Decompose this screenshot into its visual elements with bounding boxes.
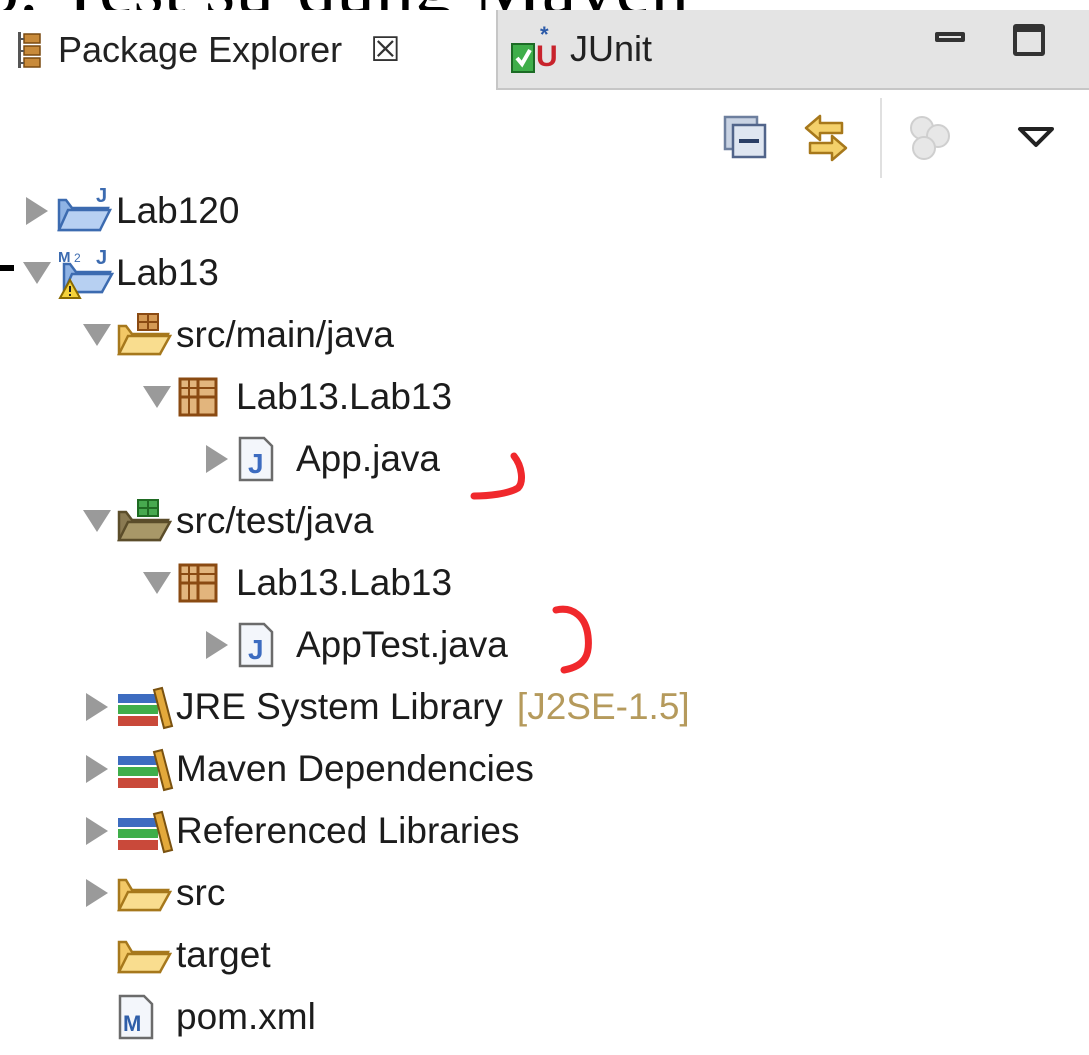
minimize-view-button[interactable] (935, 32, 965, 42)
collapse-all-button[interactable] (718, 108, 774, 168)
tree-item[interactable]: Maven Dependencies (0, 738, 1089, 800)
tree-item-label: src/main/java (176, 314, 394, 355)
collapse-arrow-icon[interactable] (82, 320, 112, 350)
junit-icon: U * (510, 22, 560, 76)
expand-arrow-icon[interactable] (22, 196, 52, 226)
tree-item-label: Maven Dependencies (176, 748, 534, 789)
collapse-arrow-icon[interactable] (82, 506, 112, 536)
tree-item-label: Lab13.Lab13 (236, 376, 453, 417)
tree-item-label: JRE System Library (176, 686, 503, 727)
svg-text:M: M (58, 249, 71, 266)
tree-item-label: Lab120 (116, 190, 240, 231)
library-icon (116, 742, 176, 796)
tree-item-label: Referenced Libraries (176, 810, 520, 851)
library-version-label: [J2SE-1.5] (516, 686, 690, 727)
maximize-view-button[interactable] (1013, 24, 1045, 56)
tree-item[interactable]: src/test/java (0, 490, 1089, 552)
svg-text:2: 2 (74, 251, 81, 265)
folder-icon (116, 866, 176, 920)
expand-arrow-icon[interactable] (82, 878, 112, 908)
tree-item[interactable]: J App.java (0, 428, 1089, 490)
java-project-icon: J (56, 184, 116, 238)
maven-project-warning-icon: M2 J (56, 246, 116, 300)
tree-item-label: target (176, 934, 271, 975)
tree-item[interactable]: target (0, 924, 1089, 986)
view-tab-bar: Package Explorer ☒ U * JUnit (0, 10, 1089, 90)
toolbar-separator (880, 98, 882, 178)
tree-item[interactable]: Mpom.xml (0, 986, 1089, 1048)
tree-item[interactable]: src (0, 862, 1089, 924)
library-icon (116, 804, 176, 858)
view-menu-button[interactable] (1008, 108, 1064, 168)
tree-item[interactable]: Lab13.Lab13 (0, 552, 1089, 614)
annotation-mark (470, 452, 525, 500)
tree-item[interactable]: src/main/java (0, 304, 1089, 366)
expand-arrow-icon[interactable] (82, 692, 112, 722)
project-tree: J Lab120 M 2 J Lab13 src/main/java Lab13.Lab13 J… (0, 180, 1089, 1050)
expand-arrow-icon[interactable] (202, 444, 232, 474)
svg-text:J: J (248, 634, 264, 665)
tree-item-label: Lab13 (116, 252, 219, 293)
tree-item[interactable]: Referenced Libraries (0, 800, 1089, 862)
tab-label: Package Explorer (58, 29, 343, 70)
tree-item[interactable]: Lab13.Lab13 (0, 366, 1089, 428)
svg-text:J: J (248, 448, 264, 479)
working-sets-icon (902, 110, 958, 166)
svg-text:M: M (123, 1011, 141, 1036)
collapse-all-icon (721, 113, 771, 163)
tree-item[interactable]: J AppTest.java (0, 614, 1089, 676)
package-icon (176, 556, 236, 610)
view-toolbar (0, 98, 1089, 180)
maven-pom-icon: M (116, 990, 176, 1044)
link-with-editor-button[interactable] (798, 108, 854, 168)
library-icon (116, 680, 176, 734)
collapse-arrow-icon[interactable] (142, 568, 172, 598)
source-folder-icon (116, 308, 176, 362)
tree-item[interactable]: M 2 J Lab13 (0, 242, 1089, 304)
java-file-icon: J (236, 618, 296, 672)
tree-item-label: src (176, 872, 226, 913)
test-source-folder-icon (116, 494, 176, 548)
package-explorer-icon (14, 30, 44, 70)
view-menu-icon (1016, 123, 1056, 153)
close-tab-icon[interactable]: ☒ (370, 33, 400, 67)
tab-junit[interactable]: U * JUnit (510, 10, 652, 88)
link-with-editor-icon (798, 110, 854, 166)
tree-item[interactable]: J Lab120 (0, 180, 1089, 242)
tree-item-label: AppTest.java (296, 624, 508, 665)
tree-item-label: Lab13.Lab13 (236, 562, 453, 603)
tab-label: JUnit (570, 28, 653, 69)
svg-text:*: * (540, 22, 549, 47)
annotation-mark (552, 605, 592, 674)
svg-text:J: J (96, 247, 107, 269)
tree-item[interactable]: JRE System Library [J2SE-1.5] (0, 676, 1089, 738)
expand-arrow-icon[interactable] (82, 754, 112, 784)
folder-icon (116, 928, 176, 982)
svg-text:J: J (96, 186, 107, 207)
tree-item-label: src/test/java (176, 500, 374, 541)
java-file-icon: J (236, 432, 296, 486)
collapse-arrow-icon[interactable] (22, 258, 52, 288)
tree-item-label: App.java (296, 438, 440, 479)
tab-package-explorer[interactable]: Package Explorer ☒ (0, 10, 498, 90)
slide-bullet-fragment (0, 265, 14, 271)
working-sets-button[interactable] (902, 108, 958, 168)
expand-arrow-icon[interactable] (202, 630, 232, 660)
expand-arrow-icon[interactable] (82, 816, 112, 846)
package-icon (176, 370, 236, 424)
collapse-arrow-icon[interactable] (142, 382, 172, 412)
tree-item-label: pom.xml (176, 996, 316, 1037)
